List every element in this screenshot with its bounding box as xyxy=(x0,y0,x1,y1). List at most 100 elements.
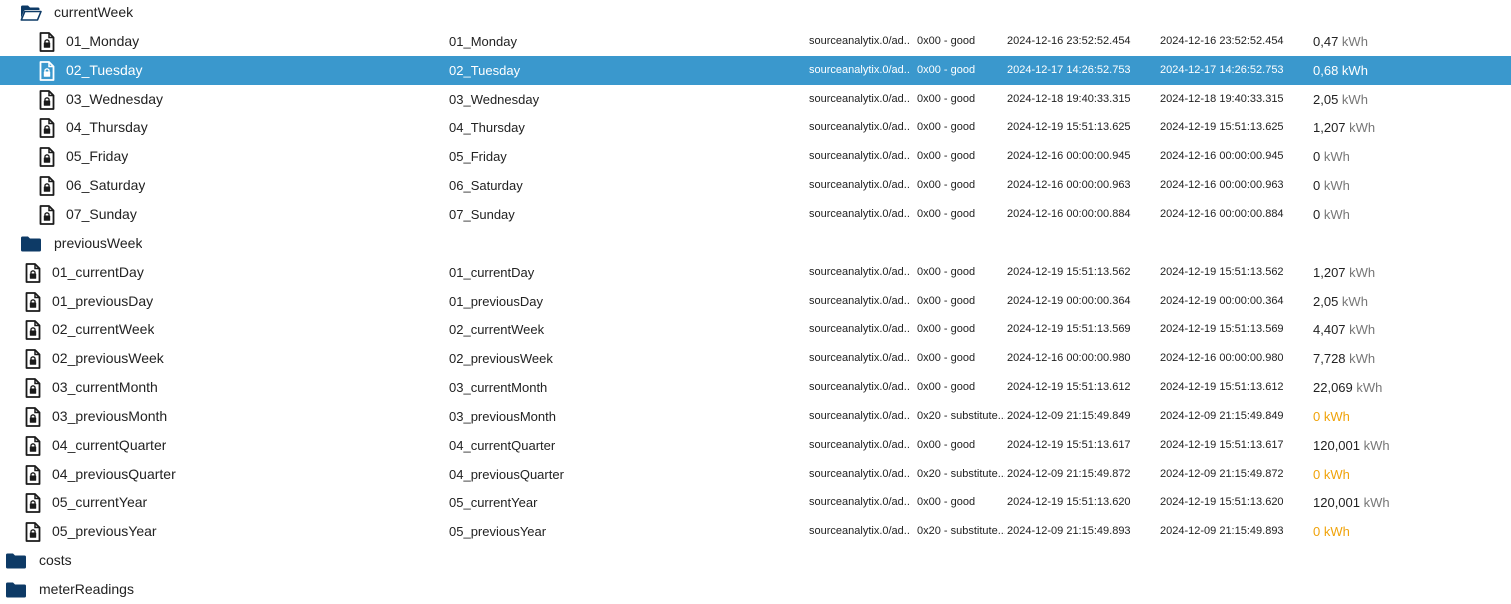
value-cell[interactable]: 120,001 kWh xyxy=(1313,488,1503,517)
row-name: 03_Wednesday xyxy=(66,91,164,107)
source-cell: sourceanalytix.0/ad... xyxy=(809,208,910,220)
object-name-cell: 04_previousQuarter xyxy=(449,467,564,482)
object-name-cell: 01_previousDay xyxy=(449,294,543,309)
value-unit: kWh xyxy=(1320,178,1350,193)
folder-row[interactable]: meterReadings xyxy=(0,575,1511,604)
table-row[interactable]: 03_Wednesday 03_Wednesday sourceanalytix.0… xyxy=(0,85,1511,114)
object-name-cell: 01_Monday xyxy=(449,34,517,49)
object-tree: currentWeek 01_Monday 01_Monday sourceanaly… xyxy=(0,0,1511,597)
object-name-cell: 03_Wednesday xyxy=(449,92,540,107)
last-change-cell: 2024-12-16 00:00:00.963 xyxy=(1160,179,1284,191)
last-change-cell: 2024-12-19 15:51:13.620 xyxy=(1160,496,1284,508)
source-cell: sourceanalytix.0/ad... xyxy=(809,179,910,191)
value-unit: kWh xyxy=(1345,351,1376,366)
table-row[interactable]: 05_Friday 05_Friday sourceanalytix.0/ad...… xyxy=(0,142,1511,171)
value-number: 0,68 xyxy=(1313,63,1339,78)
quality-cell: 0x00 - good xyxy=(917,64,976,76)
row-name: 04_previousQuarter xyxy=(52,466,176,482)
value-unit: kWh xyxy=(1320,409,1350,424)
value-unit: kWh xyxy=(1320,524,1350,539)
row-name: 04_Thursday xyxy=(66,119,148,135)
value-cell[interactable]: 0,47 kWh xyxy=(1313,27,1503,56)
object-name-cell: 05_previousYear xyxy=(449,524,547,539)
value-cell[interactable]: 1,207 kWh xyxy=(1313,113,1503,142)
source-cell: sourceanalytix.0/ad... xyxy=(809,295,910,307)
table-row[interactable]: 01_previousDay 01_previousDay sourceanalyt… xyxy=(0,287,1511,316)
table-row[interactable]: 07_Sunday 07_Sunday sourceanalytix.0/ad...… xyxy=(0,200,1511,229)
timestamp-cell: 2024-12-19 15:51:13.569 xyxy=(1007,323,1131,335)
table-row[interactable]: 03_previousMonth 03_previousMonth sourcean… xyxy=(0,402,1511,431)
file-lock-icon xyxy=(39,56,55,85)
quality-cell: 0x00 - good xyxy=(917,439,976,451)
row-name: previousWeek xyxy=(54,235,143,251)
timestamp-cell: 2024-12-09 21:15:49.893 xyxy=(1007,525,1131,537)
value-cell[interactable]: 0 kWh xyxy=(1313,460,1503,489)
object-name-cell: 02_currentWeek xyxy=(449,322,545,337)
object-name-cell: 03_currentMonth xyxy=(449,380,548,395)
last-change-cell: 2024-12-16 23:52:52.454 xyxy=(1160,35,1284,47)
row-name: costs xyxy=(39,552,72,568)
value-cell[interactable]: 0 kWh xyxy=(1313,142,1503,171)
last-change-cell: 2024-12-09 21:15:49.872 xyxy=(1160,468,1284,480)
file-lock-icon xyxy=(25,402,41,431)
value-cell[interactable]: 2,05 kWh xyxy=(1313,287,1503,316)
quality-cell: 0x20 - substitute... xyxy=(917,525,1005,537)
value-cell[interactable]: 120,001 kWh xyxy=(1313,431,1503,460)
value-number: 4,407 xyxy=(1313,322,1346,337)
table-row[interactable]: 04_currentQuarter 04_currentQuarter source… xyxy=(0,431,1511,460)
table-row[interactable]: 06_Saturday 06_Saturday sourceanalytix.0/a… xyxy=(0,171,1511,200)
value-number: 120,001 xyxy=(1313,495,1360,510)
table-row[interactable]: 02_currentWeek 02_currentWeek sourceanalyt… xyxy=(0,315,1511,344)
last-change-cell: 2024-12-19 00:00:00.364 xyxy=(1160,295,1284,307)
value-unit: kWh xyxy=(1338,92,1368,107)
object-name-cell: 05_Friday xyxy=(449,149,507,164)
value-cell[interactable]: 0 kWh xyxy=(1313,517,1503,546)
table-row[interactable]: 02_previousWeek 02_previousWeek sourceanal… xyxy=(0,344,1511,373)
table-row[interactable]: 05_currentYear 05_currentYear sourceanalyt… xyxy=(0,488,1511,517)
table-row[interactable]: 05_previousYear 05_previousYear sourceanal… xyxy=(0,517,1511,546)
timestamp-cell: 2024-12-09 21:15:49.849 xyxy=(1007,410,1131,422)
value-cell[interactable]: 7,728 kWh xyxy=(1313,344,1503,373)
row-name: 05_Friday xyxy=(66,148,129,164)
file-lock-icon xyxy=(25,517,41,546)
timestamp-cell: 2024-12-19 15:51:13.620 xyxy=(1007,496,1131,508)
value-cell[interactable]: 0 kWh xyxy=(1313,200,1503,229)
value-cell[interactable]: 4,407 kWh xyxy=(1313,315,1503,344)
last-change-cell: 2024-12-19 15:51:13.617 xyxy=(1160,439,1284,451)
object-name-cell: 06_Saturday xyxy=(449,178,523,193)
value-unit: kWh xyxy=(1360,495,1390,510)
table-row[interactable]: 04_previousQuarter 04_previousQuarter sour… xyxy=(0,460,1511,489)
value-cell[interactable]: 0,68 kWh xyxy=(1313,56,1503,85)
object-name-cell: 04_currentQuarter xyxy=(449,438,556,453)
file-lock-icon xyxy=(25,315,41,344)
value-unit: kWh xyxy=(1352,380,1383,395)
row-name: 07_Sunday xyxy=(66,206,137,222)
file-lock-icon xyxy=(39,27,55,56)
value-cell[interactable]: 0 kWh xyxy=(1313,402,1503,431)
value-cell[interactable]: 1,207 kWh xyxy=(1313,258,1503,287)
quality-cell: 0x00 - good xyxy=(917,323,976,335)
file-lock-icon xyxy=(39,85,55,114)
table-row[interactable]: 04_Thursday 04_Thursday sourceanalytix.0/a… xyxy=(0,113,1511,142)
folder-row[interactable]: previousWeek xyxy=(0,229,1511,258)
table-row[interactable]: 01_currentDay 01_currentDay sourceanalytix… xyxy=(0,258,1511,287)
table-row[interactable]: 02_Tuesday 02_Tuesday sourceanalytix.0/ad.… xyxy=(0,56,1511,85)
row-name: 02_currentWeek xyxy=(52,321,155,337)
quality-cell: 0x00 - good xyxy=(917,208,976,220)
table-row[interactable]: 01_Monday 01_Monday sourceanalytix.0/ad...… xyxy=(0,27,1511,56)
source-cell: sourceanalytix.0/ad... xyxy=(809,468,910,480)
quality-cell: 0x00 - good xyxy=(917,121,976,133)
value-cell[interactable]: 22,069 kWh xyxy=(1313,373,1503,402)
row-name: 01_currentDay xyxy=(52,264,144,280)
value-cell[interactable]: 0 kWh xyxy=(1313,171,1503,200)
quality-cell: 0x00 - good xyxy=(917,93,976,105)
table-row[interactable]: 03_currentMonth 03_currentMonth sourceanal… xyxy=(0,373,1511,402)
file-lock-icon xyxy=(25,287,41,316)
object-name-cell: 05_currentYear xyxy=(449,495,538,510)
folder-row[interactable]: costs xyxy=(0,546,1511,575)
folder-row[interactable]: currentWeek xyxy=(0,0,1511,27)
row-name: 06_Saturday xyxy=(66,177,146,193)
source-cell: sourceanalytix.0/ad... xyxy=(809,64,910,76)
object-name-cell: 03_previousMonth xyxy=(449,409,556,424)
value-cell[interactable]: 2,05 kWh xyxy=(1313,85,1503,114)
